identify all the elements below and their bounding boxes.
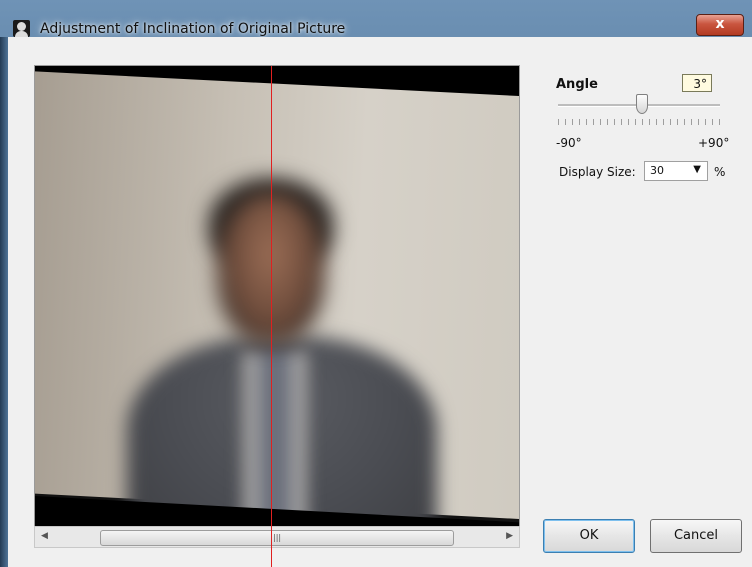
scrollbar-thumb[interactable]: |||: [100, 530, 454, 546]
title-bar[interactable]: Adjustment of Inclination of Original Pi…: [0, 0, 752, 37]
percent-unit: %: [714, 165, 726, 179]
horizontal-scrollbar[interactable]: ◀ ||| ▶: [34, 526, 520, 548]
dialog-window: Adjustment of Inclination of Original Pi…: [0, 0, 752, 567]
ok-button[interactable]: OK: [543, 519, 635, 553]
display-size-label: Display Size:: [559, 165, 636, 179]
close-button[interactable]: x: [696, 14, 744, 36]
chevron-down-icon[interactable]: ▼: [693, 164, 701, 175]
window-title: Adjustment of Inclination of Original Pi…: [40, 21, 346, 37]
angle-min-label: -90°: [556, 136, 582, 150]
angle-max-label: +90°: [698, 136, 730, 150]
display-size-value: 30: [650, 164, 664, 177]
close-icon: x: [715, 16, 725, 32]
slider-thumb[interactable]: [635, 94, 648, 114]
angle-label: Angle: [556, 77, 598, 92]
dialog-content: ◀ ||| ▶ Angle 3° -90° +90° Display Size:…: [8, 37, 752, 567]
display-size-dropdown[interactable]: 30 ▼: [644, 161, 708, 181]
cancel-button[interactable]: Cancel: [650, 519, 742, 553]
window-border: [0, 37, 8, 567]
angle-slider[interactable]: [556, 94, 722, 116]
vertical-guide-line[interactable]: [271, 66, 272, 527]
grip-icon: |||: [273, 533, 282, 542]
slider-ticks: [558, 119, 722, 125]
portrait-silhouette-icon: [13, 20, 30, 37]
image-preview[interactable]: [34, 65, 520, 528]
angle-value-field[interactable]: 3°: [682, 74, 712, 92]
scroll-right-arrow-icon[interactable]: ▶: [506, 531, 513, 541]
vertical-guide-line-extension: [271, 526, 272, 567]
original-picture: [35, 66, 519, 527]
scroll-left-arrow-icon[interactable]: ◀: [41, 531, 48, 541]
